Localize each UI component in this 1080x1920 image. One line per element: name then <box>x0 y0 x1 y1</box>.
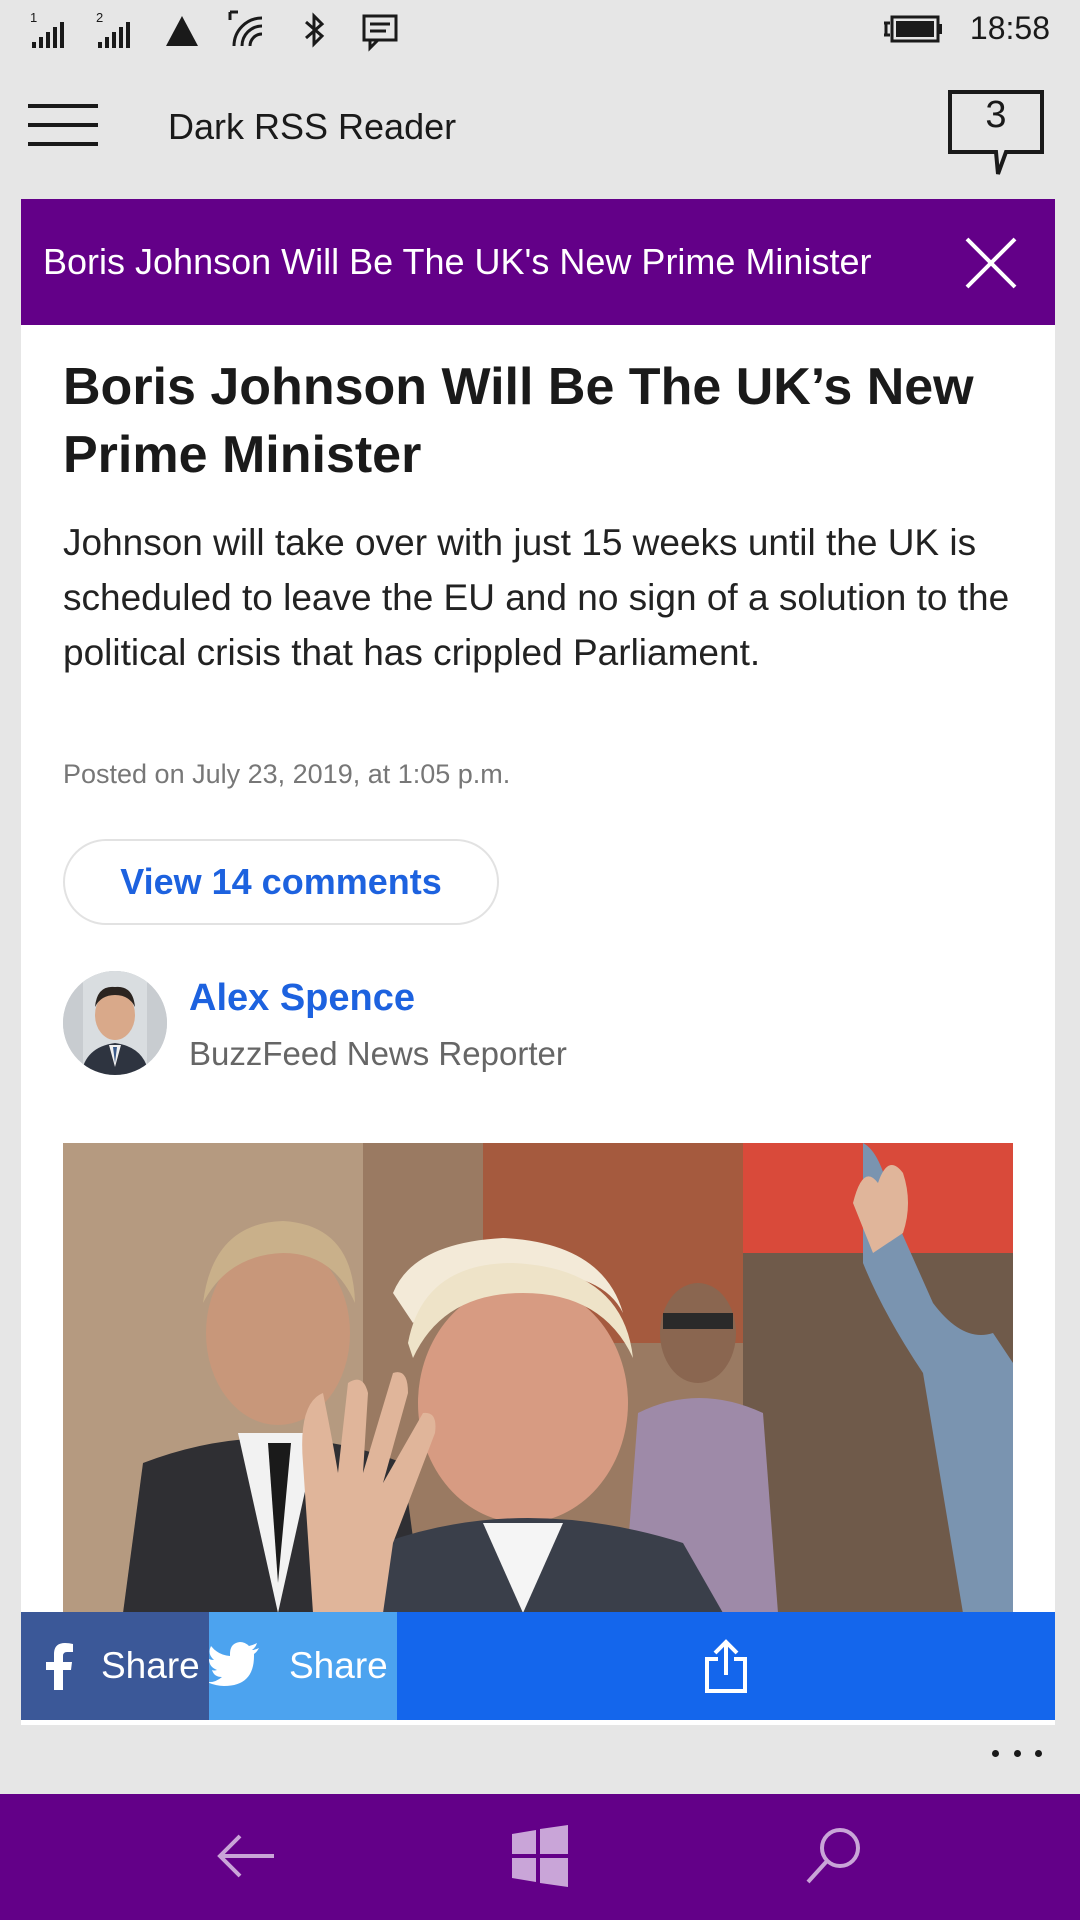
share-icon <box>705 1639 747 1693</box>
status-right: 18:58 <box>882 10 1050 47</box>
author-name[interactable]: Alex Spence <box>189 977 415 1020</box>
twitter-share-button[interactable]: Share <box>209 1612 397 1720</box>
facebook-share-label: Share <box>101 1645 200 1686</box>
warning-triangle-icon <box>166 16 198 46</box>
status-left: 1 2 <box>28 8 402 52</box>
banner-title: Boris Johnson Will Be The UK's New Prime… <box>43 241 872 282</box>
article-summary: Johnson will take over with just 15 week… <box>63 522 1010 673</box>
system-nav-bar <box>0 1794 1080 1920</box>
app-title: Dark RSS Reader <box>168 106 457 147</box>
sim1-label: 1 <box>30 10 37 25</box>
share-button[interactable] <box>397 1612 1055 1720</box>
facebook-icon <box>46 1643 73 1690</box>
back-arrow-icon[interactable] <box>214 1824 278 1888</box>
search-icon[interactable] <box>802 1824 866 1888</box>
app-bar-bottom <box>0 1728 1080 1794</box>
article-headline: Boris Johnson Will Be The UK’s New Prime… <box>63 358 974 484</box>
more-options-icon[interactable] <box>992 1750 1042 1764</box>
twitter-icon <box>209 1642 259 1686</box>
close-icon[interactable] <box>963 235 1019 291</box>
clock: 18:58 <box>969 10 1050 46</box>
article-banner: Boris Johnson Will Be The UK's New Prime… <box>21 199 1055 325</box>
bluetooth-icon <box>305 12 325 48</box>
author-avatar[interactable] <box>63 971 167 1075</box>
app-bar: Dark RSS Reader 3 <box>0 62 1080 190</box>
status-bar: 1 2 18:58 <box>0 0 1080 62</box>
view-comments-button[interactable]: View 14 comments <box>63 839 499 925</box>
battery-charging-icon <box>883 15 942 42</box>
notifications-button[interactable]: 3 <box>948 90 1044 180</box>
author-role: BuzzFeed News Reporter <box>189 1035 567 1072</box>
signal-sim2-icon: 2 <box>96 10 130 48</box>
article-content: Boris Johnson Will Be The UK’s New Prime… <box>21 325 1055 1725</box>
facebook-share-button[interactable]: Share <box>21 1612 209 1720</box>
notification-count: 3 <box>985 94 1007 136</box>
twitter-share-label: Share <box>289 1645 388 1686</box>
wifi-icon <box>228 10 263 47</box>
share-bar: Share Share <box>21 1612 1055 1720</box>
article-hero-image <box>63 1143 1013 1613</box>
post-timestamp: Posted on July 23, 2019, at 1:05 p.m. <box>63 759 511 789</box>
sim2-label: 2 <box>96 10 103 25</box>
message-icon <box>362 14 398 52</box>
signal-sim1-icon: 1 <box>30 10 64 48</box>
windows-start-icon[interactable] <box>508 1824 572 1888</box>
hamburger-menu-icon[interactable] <box>28 104 98 148</box>
